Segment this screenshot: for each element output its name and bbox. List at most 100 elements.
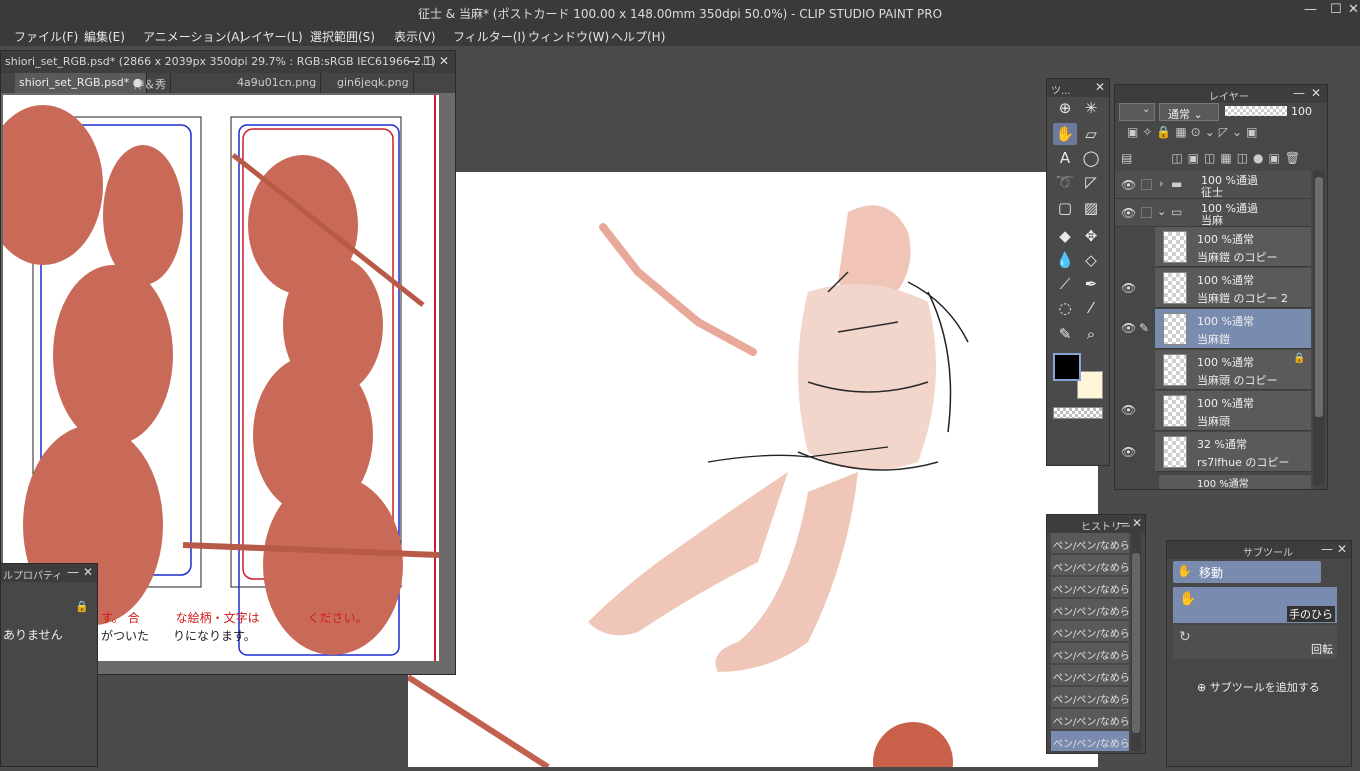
tab-shiori[interactable]: shiori_set_RGB.psd* ● — [15, 73, 148, 93]
layer-checkbox[interactable] — [1141, 179, 1152, 190]
lasso-tool-icon[interactable]: ➰ — [1053, 171, 1077, 193]
minimize-icon[interactable]: — — [407, 54, 419, 68]
layer-row[interactable]: 100 %通常 当麻鎧 のコピー — [1155, 227, 1311, 267]
opacity-slider[interactable] — [1225, 106, 1287, 116]
layer-scrollbar-thumb[interactable] — [1315, 177, 1323, 417]
eye-icon[interactable]: 👁 — [1121, 403, 1136, 417]
tab-4a9u01cn[interactable]: 4a9u01cn.png — [233, 73, 322, 93]
minimize-icon[interactable]: — — [1293, 86, 1305, 100]
layer-row[interactable]: 32 %通常 rs7lfhue のコピー — [1155, 432, 1311, 472]
menu-layer[interactable]: レイヤー(L) — [239, 28, 303, 45]
move-tool-icon[interactable]: ✥ — [1079, 225, 1103, 247]
history-scrollbar-thumb[interactable] — [1132, 553, 1140, 733]
history-item[interactable]: ペン/ペン/なめらか — [1051, 621, 1129, 641]
close-icon[interactable]: ✕ — [1311, 86, 1321, 100]
history-item[interactable]: ペン/ペン/なめらか — [1051, 533, 1129, 553]
text-tool-icon[interactable]: A — [1053, 147, 1077, 169]
eye-icon[interactable]: 👁 — [1121, 321, 1136, 335]
menu-help[interactable]: ヘルプ(H) — [611, 28, 665, 45]
minimize-icon[interactable]: — — [1321, 542, 1333, 556]
layer-row[interactable]: 100 %通常 当麻鎧 のコピー 2 — [1155, 268, 1311, 308]
blend-mode-dropdown[interactable]: 通常 ⌄ — [1159, 103, 1219, 121]
layer-toolbar-1[interactable]: ▣✧🔒▦⊙⌄◸⌄▣ — [1127, 125, 1261, 139]
close-icon[interactable]: ✕ — [439, 54, 449, 68]
balloon-tool-icon[interactable]: ◯ — [1079, 147, 1103, 169]
layer-row-selected[interactable]: 100 %通常 当麻鎧 — [1155, 309, 1311, 349]
history-item[interactable]: ペン/ペン/なめらか — [1051, 665, 1129, 685]
history-item[interactable]: ペン/ペン/なめらか — [1051, 687, 1129, 707]
layer-folder-touma[interactable]: 👁 ⌄ ▭ 100 %通過 当麻 — [1115, 199, 1311, 227]
tab-shin-shu[interactable]: 伸＆秀 — [129, 73, 171, 93]
maximize-icon[interactable]: ☐ — [423, 54, 434, 68]
layer-toolbar-2[interactable]: ▤ ◫▣◫▦◫●▣🗑 — [1121, 149, 1305, 166]
eye-icon[interactable]: 👁 — [1121, 206, 1136, 220]
history-item[interactable]: ペン/ペン/なめらか — [1051, 555, 1129, 575]
menu-window[interactable]: ウィンドウ(W) — [528, 28, 609, 45]
history-item[interactable]: ペン/ペン/なめらか — [1051, 577, 1129, 597]
layer-folder-seishi[interactable]: 👁 › ▬ 100 %通過 征士 — [1115, 171, 1311, 199]
menu-animation[interactable]: アニメーション(A) — [143, 28, 244, 45]
menu-selection[interactable]: 選択範囲(S) — [310, 28, 375, 45]
opacity-value[interactable]: 100 — [1291, 105, 1312, 118]
zoom-tool-icon[interactable]: ⊕ — [1053, 97, 1077, 119]
eye-icon[interactable]: 👁 — [1121, 178, 1136, 192]
menu-file[interactable]: ファイル(F) — [14, 28, 78, 45]
history-item[interactable]: ペン/ペン/なめらか — [1051, 709, 1129, 729]
expand-arrow-icon[interactable]: › — [1159, 177, 1163, 190]
auto-select-tool-icon[interactable]: ✳ — [1079, 97, 1103, 119]
close-icon[interactable]: ✕ — [1132, 516, 1142, 530]
lock-icon[interactable]: 🔒 — [75, 600, 89, 613]
operation-tool-icon[interactable]: ▱ — [1079, 123, 1103, 145]
eye-icon[interactable]: 👁 — [1121, 445, 1136, 459]
layer-scrollbar[interactable] — [1313, 171, 1325, 485]
magnifier-tool-icon[interactable]: ⌕ — [1079, 323, 1103, 345]
select-tool-icon[interactable]: ◌ — [1053, 297, 1077, 319]
layer-checkbox[interactable] — [1141, 207, 1152, 218]
gradient-tool-icon[interactable]: ▨ — [1079, 197, 1103, 219]
tab-gin6jeqk[interactable]: gin6jeqk.png — [333, 73, 414, 93]
history-item-selected[interactable]: ペン/ペン/なめらか — [1051, 731, 1129, 751]
menu-edit[interactable]: 編集(E) — [84, 28, 125, 45]
layer-type-dropdown[interactable]: ⌄ — [1119, 103, 1155, 121]
eyedropper-tool-icon[interactable]: ⟋ — [1053, 273, 1077, 295]
layer-thumbnail — [1163, 231, 1187, 263]
folder-open-icon: ▭ — [1171, 205, 1183, 219]
minimize-button[interactable]: — — [1304, 2, 1317, 17]
history-scrollbar[interactable] — [1131, 533, 1141, 751]
add-subtool-button[interactable]: ⊕ サブツールを追加する — [1197, 679, 1320, 695]
eye-icon[interactable]: 👁 — [1121, 281, 1136, 295]
eraser-tool-icon[interactable]: ◇ — [1079, 249, 1103, 271]
layer-row[interactable]: 100 %通常 当麻頭 — [1155, 391, 1311, 431]
decoration-tool-icon[interactable]: ✎ — [1053, 323, 1077, 345]
layer-row[interactable]: 100 %通常 当麻頭 のコピー 🔒 — [1155, 350, 1311, 390]
subtool-item-rotate[interactable]: ↻ 回転 — [1173, 625, 1337, 659]
maximize-button[interactable]: ☐ — [1330, 2, 1342, 17]
transparent-color-swatch[interactable] — [1053, 407, 1103, 419]
tool-palette: ツ... ✕ ⊕ ✳ ✋ ▱ A ◯ ➰ ◸ ▢ ▨ ◆ ✥ 💧 ◇ ⟋ ✒ ◌… — [1046, 78, 1110, 466]
subtool-title: サブツール — [1243, 548, 1293, 559]
subtool-item-hand[interactable]: ✋ 手のひら — [1173, 587, 1337, 623]
close-icon[interactable]: ✕ — [1337, 542, 1347, 556]
close-button[interactable]: ✕ — [1348, 2, 1359, 17]
minimize-icon[interactable]: — — [67, 565, 79, 579]
layer-row-partial[interactable]: 100 %通常 — [1159, 475, 1311, 489]
collapse-arrow-icon[interactable]: ⌄ — [1157, 205, 1166, 218]
blend-tool-icon[interactable]: 💧 — [1053, 249, 1077, 271]
brush-tool-icon[interactable]: ⁄ — [1079, 297, 1103, 319]
close-icon[interactable]: ✕ — [1095, 80, 1105, 94]
main-color-swatch[interactable] — [1053, 353, 1081, 381]
hand-tool-icon[interactable]: ✋ — [1053, 123, 1077, 145]
history-item[interactable]: ペン/ペン/なめらか — [1051, 643, 1129, 663]
minimize-icon[interactable]: — — [1117, 516, 1129, 530]
ruler-tool-icon[interactable]: ◸ — [1079, 171, 1103, 193]
history-item[interactable]: ペン/ペン/なめらか — [1051, 599, 1129, 619]
lock-icon[interactable]: 🔒 — [1293, 353, 1305, 364]
close-icon[interactable]: ✕ — [83, 565, 93, 579]
fill-tool-icon[interactable]: ◆ — [1053, 225, 1077, 247]
subtool-group-tab[interactable]: ✋ 移動 — [1173, 561, 1321, 583]
pen-tool-icon[interactable]: ✒ — [1079, 273, 1103, 295]
main-canvas[interactable] — [406, 172, 1098, 771]
menu-filter[interactable]: フィルター(I) — [453, 28, 526, 45]
rectangle-tool-icon[interactable]: ▢ — [1053, 197, 1077, 219]
menu-view[interactable]: 表示(V) — [394, 28, 436, 45]
